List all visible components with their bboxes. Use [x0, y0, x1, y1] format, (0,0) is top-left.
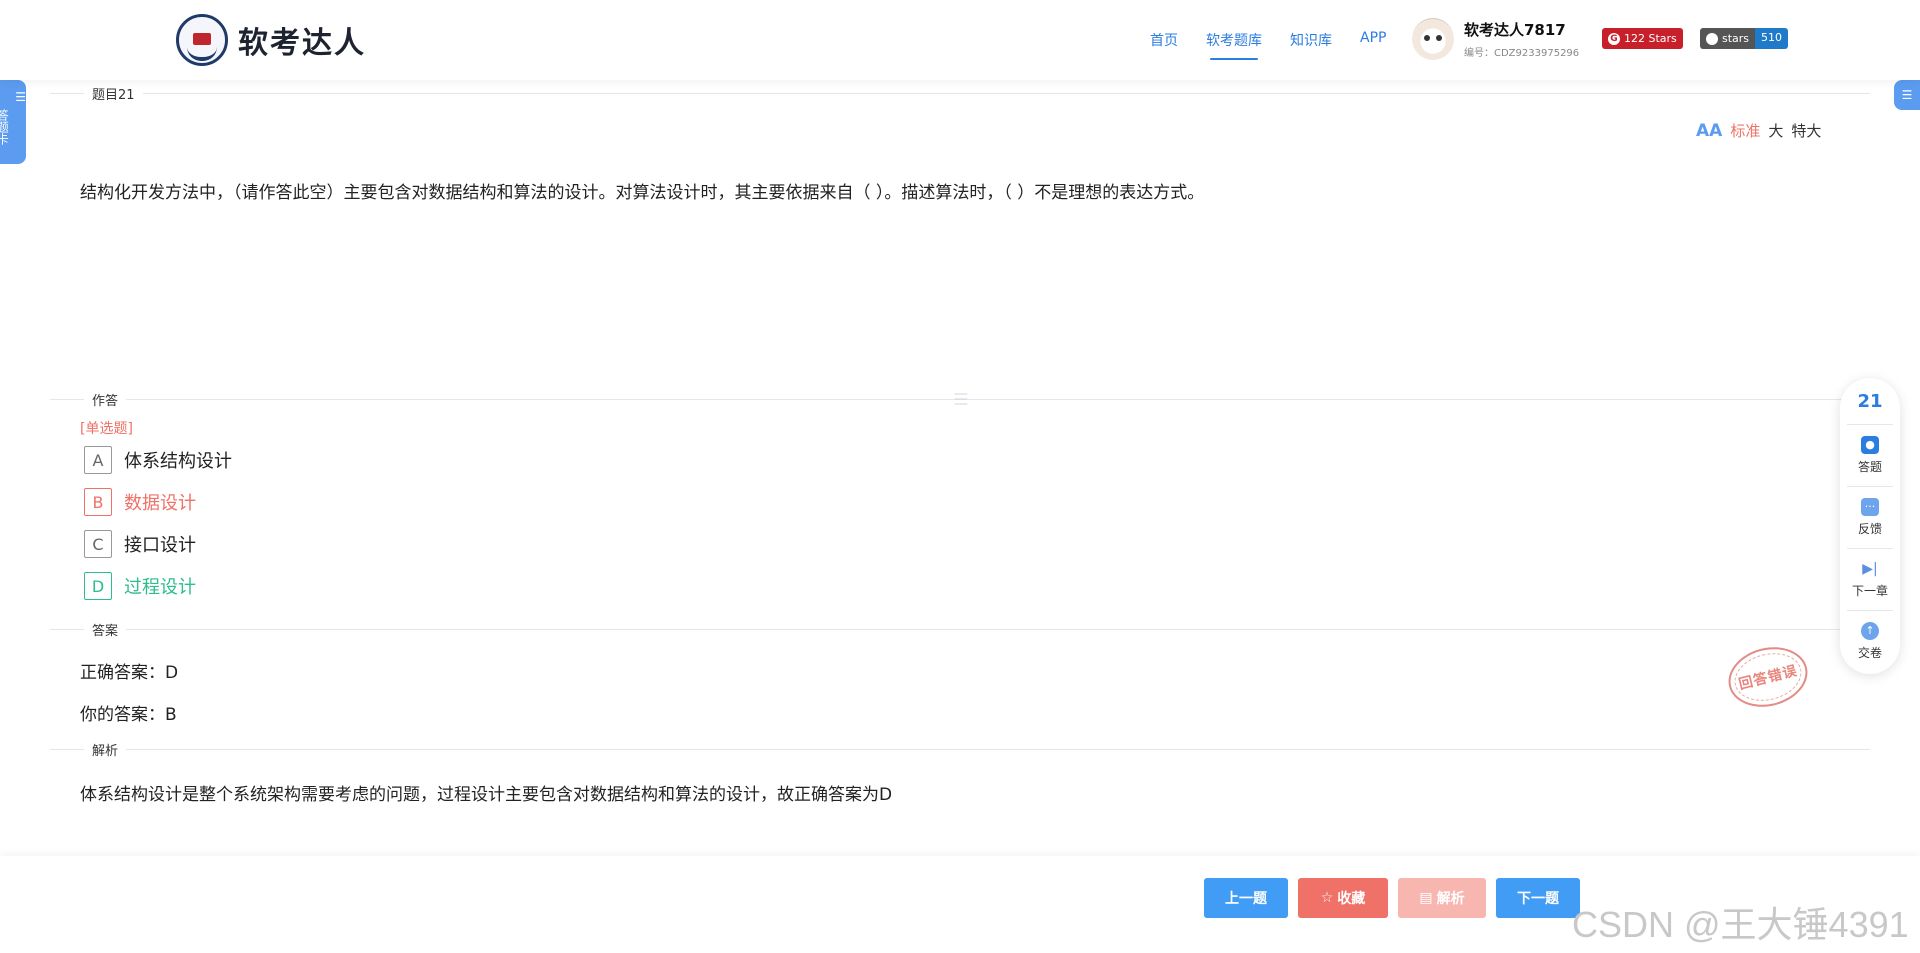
wrong-answer-stamp: 回答错误	[1722, 639, 1814, 715]
submit-icon: ↑	[1861, 622, 1879, 640]
option-text: 数据设计	[124, 493, 196, 514]
github-stars-count: 510	[1755, 28, 1789, 49]
nav-home[interactable]: 首页	[1150, 30, 1178, 50]
divider	[50, 629, 1870, 630]
question-section-title: 题目21	[84, 84, 143, 103]
option-text: 体系结构设计	[124, 451, 232, 472]
option-c[interactable]: C 接口设计	[84, 530, 196, 558]
font-size-extra-large[interactable]: 特大	[1791, 120, 1821, 141]
gitee-icon: G	[1608, 32, 1620, 45]
user-id: 编号：CDZ9233975296	[1464, 48, 1580, 59]
nav-app[interactable]: APP	[1360, 30, 1386, 50]
next-chapter-button[interactable]: ▶| 下一章	[1847, 548, 1893, 610]
answer-icon: ●	[1861, 436, 1879, 454]
analysis-section-title: 解析	[84, 740, 127, 759]
logo-icon	[176, 14, 228, 66]
gitee-stars-badge[interactable]: G 122 Stars	[1602, 28, 1683, 49]
analysis-button[interactable]: ▤ 解析	[1398, 878, 1486, 918]
gitee-stars-label: 122 Stars	[1624, 32, 1677, 45]
nav-knowledge-base[interactable]: 知识库	[1290, 30, 1332, 50]
font-size-large[interactable]: 大	[1768, 120, 1783, 141]
option-text: 接口设计	[124, 535, 196, 556]
option-letter: C	[84, 530, 112, 558]
option-d[interactable]: D 过程设计	[84, 572, 196, 600]
resize-handle-icon[interactable]: — — —	[950, 387, 972, 411]
menu-icon: ☰	[15, 90, 26, 104]
floating-tool-panel: 21 ● 答题 ··· 反馈 ▶| 下一章 ↑ 交卷	[1840, 378, 1900, 674]
list-icon: ☰	[1901, 88, 1913, 102]
answer-card-tab[interactable]: ☰ 答题卡	[0, 80, 26, 164]
submit-paper-label: 交卷	[1857, 646, 1882, 660]
answer-section-title: 作答	[84, 390, 127, 409]
question-type-label: [单选题]	[80, 421, 133, 437]
site-logo[interactable]: 软考达人	[176, 14, 366, 66]
answer-card-label: 答题卡	[0, 109, 10, 145]
font-size-icon: AA	[1696, 120, 1723, 141]
option-letter: D	[84, 572, 112, 600]
feedback-label: 反馈	[1857, 522, 1882, 536]
top-header: 软考达人 首页 软考题库 知识库 APP 软考达人7817 编号：CDZ9233…	[0, 0, 1920, 80]
option-letter: A	[84, 446, 112, 474]
answer-sheet-label: 答题	[1857, 460, 1882, 474]
next-chapter-label: 下一章	[1851, 584, 1888, 598]
favorite-button[interactable]: ☆ 收藏	[1298, 878, 1388, 918]
submit-paper-button[interactable]: ↑ 交卷	[1847, 610, 1893, 672]
prev-question-button[interactable]: 上一题	[1204, 878, 1288, 918]
user-profile[interactable]: 软考达人7817 编号：CDZ9233975296	[1412, 18, 1579, 60]
next-chapter-icon: ▶|	[1862, 561, 1878, 577]
prev-label: 上一题	[1225, 891, 1267, 907]
option-a[interactable]: A 体系结构设计	[84, 446, 232, 474]
current-question-number: 21	[1857, 391, 1883, 412]
font-size-control: AA 标准 大 特大	[1696, 120, 1821, 141]
stamp-text: 回答错误	[1737, 662, 1800, 693]
divider	[50, 93, 1870, 94]
analysis-text: 体系结构设计是整个系统架构需要考虑的问题，过程设计主要包含对数据结构和算法的设计…	[80, 785, 893, 805]
divider	[50, 749, 1870, 750]
github-stars-label: stars	[1722, 32, 1750, 45]
avatar[interactable]	[1412, 18, 1454, 60]
answer-sheet-button[interactable]: ● 答题	[1847, 424, 1893, 486]
next-question-button[interactable]: 下一题	[1496, 878, 1580, 918]
option-text: 过程设计	[124, 577, 196, 598]
github-icon	[1706, 32, 1718, 45]
font-size-standard[interactable]: 标准	[1730, 120, 1760, 141]
logo-text: 软考达人	[238, 26, 366, 61]
your-answer: 你的答案：B	[80, 705, 177, 725]
feedback-button[interactable]: ··· 反馈	[1847, 486, 1893, 548]
favorite-label: 收藏	[1337, 891, 1366, 907]
analysis-label: 解析	[1436, 891, 1465, 907]
right-menu-tab[interactable]: ☰	[1894, 80, 1920, 110]
user-name: 软考达人7817	[1464, 21, 1566, 39]
next-label: 下一题	[1517, 891, 1559, 907]
document-icon: ▤	[1419, 890, 1433, 906]
feedback-icon: ···	[1861, 498, 1879, 516]
main-nav: 首页 软考题库 知识库 APP	[1150, 30, 1386, 60]
nav-question-bank[interactable]: 软考题库	[1206, 30, 1262, 60]
option-b[interactable]: B 数据设计	[84, 488, 196, 516]
csdn-watermark: CSDN @王大锤4391	[1572, 904, 1909, 945]
question-text: 结构化开发方法中，（请作答此空）主要包含对数据结构和算法的设计。对算法设计时，其…	[80, 183, 1205, 203]
correct-answer: 正确答案：D	[80, 663, 179, 683]
github-stars-badge[interactable]: stars 510	[1700, 28, 1789, 49]
result-section-title: 答案	[84, 620, 127, 639]
star-icon: ☆	[1320, 890, 1334, 906]
option-letter: B	[84, 488, 112, 516]
